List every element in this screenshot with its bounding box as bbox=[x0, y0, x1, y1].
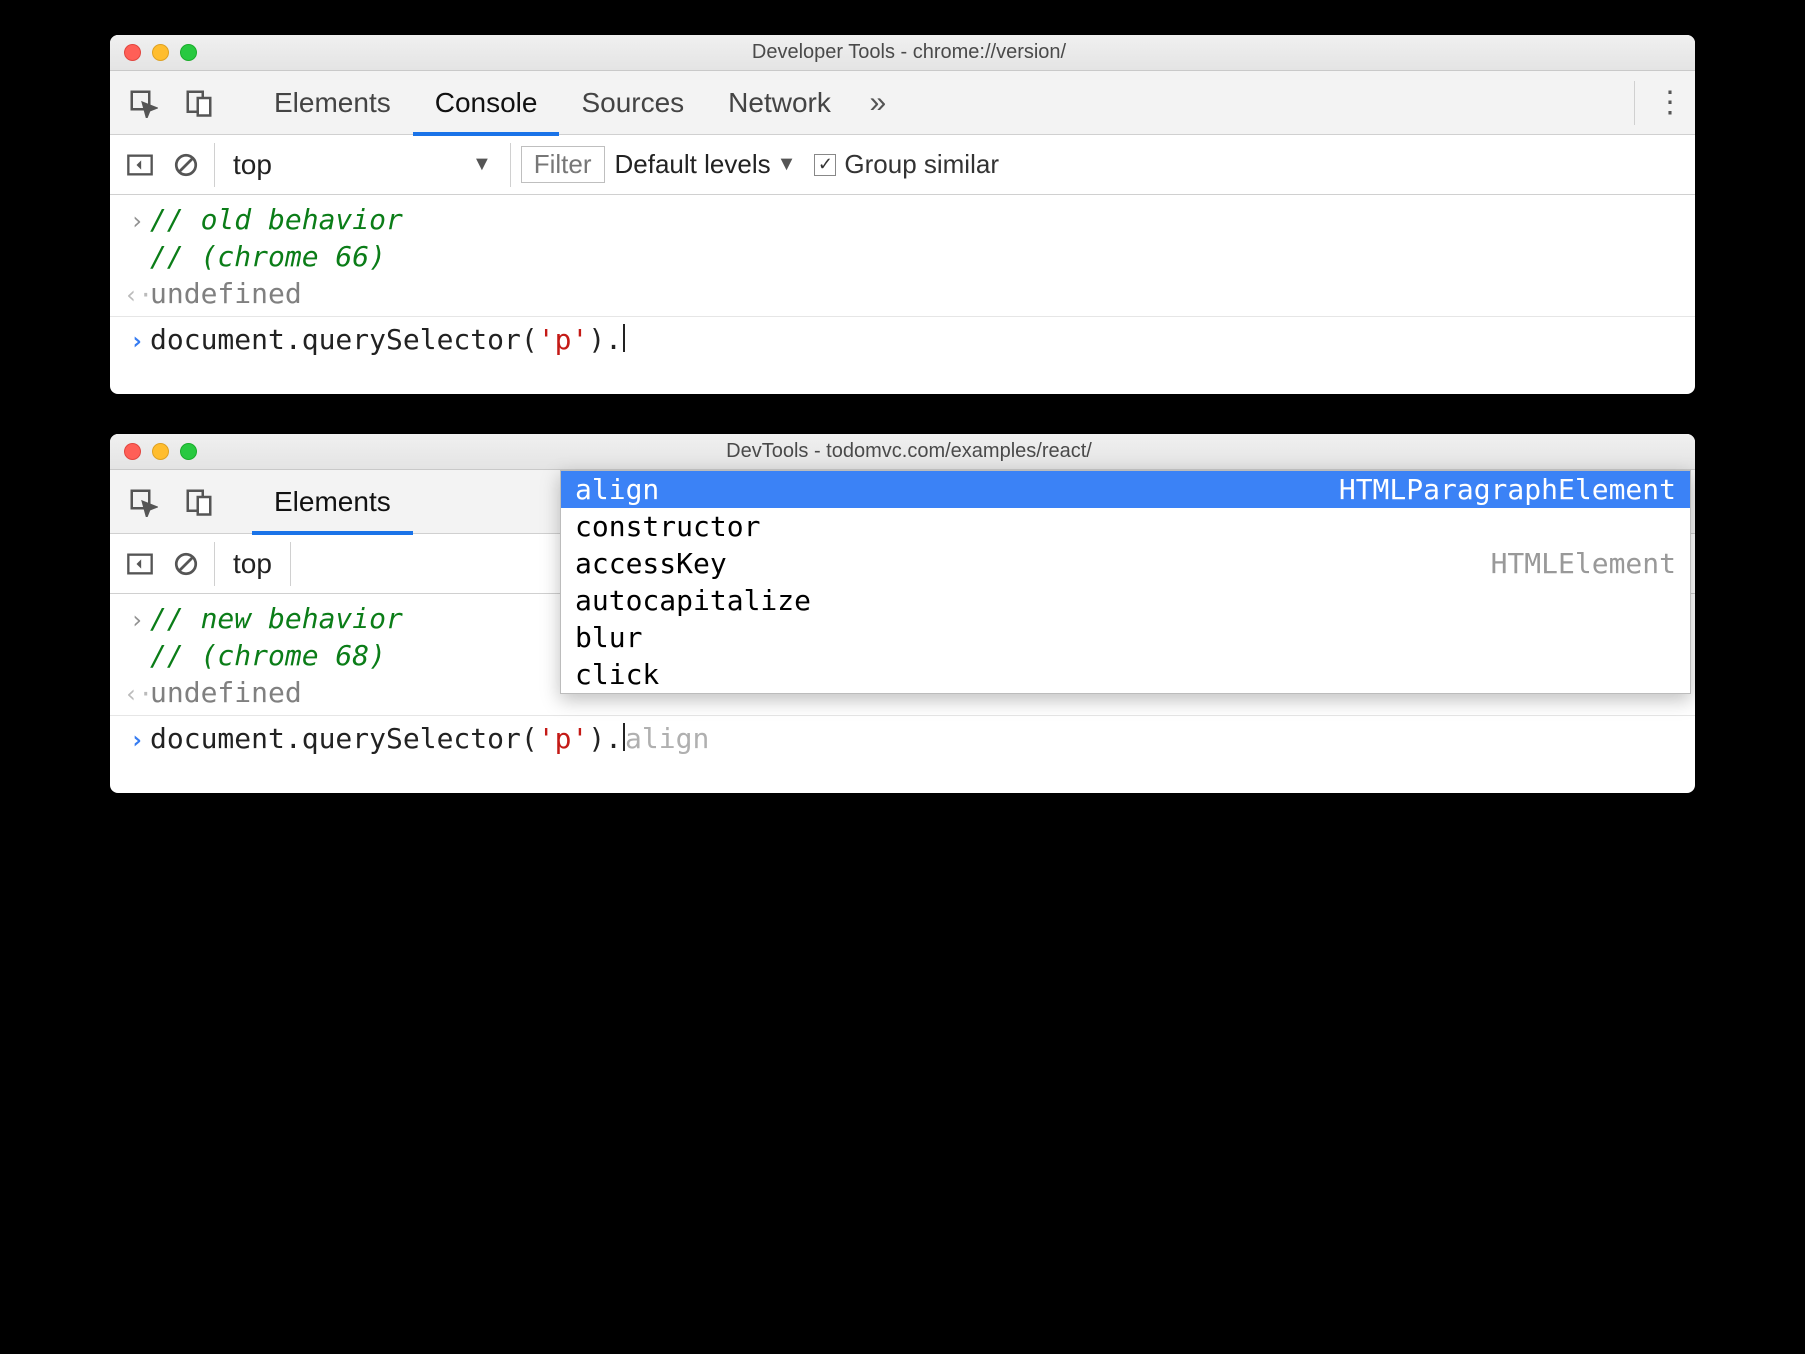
tab-elements[interactable]: Elements bbox=[252, 470, 413, 534]
device-toolbar-icon[interactable] bbox=[176, 83, 222, 123]
context-selector[interactable]: top bbox=[214, 542, 291, 586]
more-tabs-icon[interactable]: » bbox=[853, 86, 903, 120]
ac-name: click bbox=[575, 658, 659, 691]
autocomplete-item[interactable]: autocapitalize bbox=[561, 582, 1690, 619]
tab-label: Elements bbox=[274, 486, 391, 518]
close-button[interactable] bbox=[124, 44, 141, 61]
kebab-menu-icon[interactable]: ⋮ bbox=[1645, 85, 1695, 120]
show-console-sidebar-icon[interactable] bbox=[122, 147, 158, 183]
ac-name: align bbox=[575, 473, 659, 506]
maximize-button[interactable] bbox=[180, 443, 197, 460]
minimize-button[interactable] bbox=[152, 44, 169, 61]
divider bbox=[1634, 81, 1635, 125]
result-text: undefined bbox=[150, 277, 302, 310]
prompt-icon: › bbox=[124, 323, 150, 355]
dropdown-icon: ▼ bbox=[472, 153, 492, 176]
window-controls bbox=[124, 44, 197, 61]
tab-label: Sources bbox=[581, 87, 684, 119]
autocomplete-ghost: align bbox=[625, 722, 709, 755]
result-icon: ‹· bbox=[124, 676, 150, 708]
ac-name: constructor bbox=[575, 510, 760, 543]
group-label: Group similar bbox=[844, 149, 999, 180]
maximize-button[interactable] bbox=[180, 44, 197, 61]
filter-placeholder: Filter bbox=[534, 149, 592, 179]
comment-text: // (chrome 68) bbox=[150, 639, 386, 672]
tab-console[interactable]: Console bbox=[413, 71, 560, 135]
context-selector[interactable]: top ▼ bbox=[214, 143, 511, 187]
window-title: DevTools - todomvc.com/examples/react/ bbox=[197, 440, 1621, 463]
autocomplete-item[interactable]: accessKey HTMLElement bbox=[561, 545, 1690, 582]
tab-label: Network bbox=[728, 87, 831, 119]
minimize-button[interactable] bbox=[152, 443, 169, 460]
checkbox-icon: ✓ bbox=[814, 154, 836, 176]
prompt-icon: › bbox=[124, 722, 150, 754]
filter-input[interactable]: Filter bbox=[521, 146, 605, 183]
expand-icon[interactable]: › bbox=[124, 602, 150, 634]
result-icon: ‹· bbox=[124, 277, 150, 309]
console-input[interactable]: document.querySelector('p'). bbox=[150, 323, 625, 356]
window-title: Developer Tools - chrome://version/ bbox=[197, 41, 1621, 64]
context-label: top bbox=[233, 548, 272, 580]
text-cursor bbox=[623, 324, 625, 352]
ac-name: autocapitalize bbox=[575, 584, 811, 617]
panel-tabbar: Elements Console Sources Network » ⋮ bbox=[110, 71, 1695, 135]
inspect-element-icon[interactable] bbox=[120, 482, 166, 522]
devtools-window-1: Developer Tools - chrome://version/ Elem… bbox=[110, 35, 1695, 394]
autocomplete-item[interactable]: blur bbox=[561, 619, 1690, 656]
group-similar-toggle[interactable]: ✓ Group similar bbox=[814, 149, 999, 180]
autocomplete-item[interactable]: constructor bbox=[561, 508, 1690, 545]
tab-label: Elements bbox=[274, 87, 391, 119]
comment-text: // (chrome 66) bbox=[150, 240, 386, 273]
tab-elements[interactable]: Elements bbox=[252, 71, 413, 135]
device-toolbar-icon[interactable] bbox=[176, 482, 222, 522]
titlebar: Developer Tools - chrome://version/ bbox=[110, 35, 1695, 71]
clear-console-icon[interactable] bbox=[168, 546, 204, 582]
log-levels-dropdown[interactable]: Default levels ▼ bbox=[615, 149, 797, 180]
autocomplete-popup: align HTMLParagraphElement constructor a… bbox=[560, 470, 1691, 694]
context-label: top bbox=[233, 149, 272, 181]
dropdown-icon: ▼ bbox=[777, 153, 797, 176]
ac-name: blur bbox=[575, 621, 642, 654]
tab-label: Console bbox=[435, 87, 538, 119]
ac-name: accessKey bbox=[575, 547, 727, 580]
levels-label: Default levels bbox=[615, 149, 771, 180]
tab-sources[interactable]: Sources bbox=[559, 71, 706, 135]
comment-text: // old behavior bbox=[150, 203, 403, 236]
window-controls bbox=[124, 443, 197, 460]
close-button[interactable] bbox=[124, 443, 141, 460]
expand-icon[interactable]: › bbox=[124, 203, 150, 235]
ac-type: HTMLElement bbox=[1491, 547, 1676, 580]
inspect-element-icon[interactable] bbox=[120, 83, 166, 123]
show-console-sidebar-icon[interactable] bbox=[122, 546, 158, 582]
result-text: undefined bbox=[150, 676, 302, 709]
autocomplete-item[interactable]: click bbox=[561, 656, 1690, 693]
console-toolbar: top ▼ Filter Default levels ▼ ✓ Group si… bbox=[110, 135, 1695, 195]
tab-network[interactable]: Network bbox=[706, 71, 853, 135]
devtools-window-2: DevTools - todomvc.com/examples/react/ E… bbox=[110, 434, 1695, 793]
titlebar: DevTools - todomvc.com/examples/react/ bbox=[110, 434, 1695, 470]
ac-type: HTMLParagraphElement bbox=[1339, 473, 1676, 506]
console-input[interactable]: document.querySelector('p').align bbox=[150, 722, 709, 755]
autocomplete-item[interactable]: align HTMLParagraphElement bbox=[561, 471, 1690, 508]
console-output: › // old behavior // (chrome 66) ‹· unde… bbox=[110, 195, 1695, 394]
clear-console-icon[interactable] bbox=[168, 147, 204, 183]
comment-text: // new behavior bbox=[150, 602, 403, 635]
